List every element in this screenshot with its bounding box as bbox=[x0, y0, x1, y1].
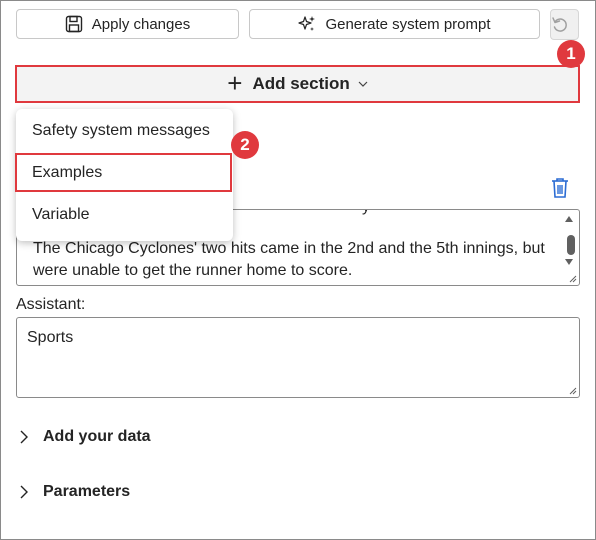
menu-item-variable[interactable]: Variable bbox=[32, 206, 90, 224]
add-your-data-expander[interactable]: Add your data bbox=[20, 428, 151, 446]
assistant-label: Assistant: bbox=[16, 296, 86, 313]
delete-icon[interactable] bbox=[550, 177, 570, 204]
resize-handle-icon[interactable] bbox=[567, 273, 577, 283]
sparkle-icon bbox=[298, 16, 316, 31]
scrollbar-thumb[interactable] bbox=[567, 235, 575, 255]
apply-changes-button[interactable]: Apply changes bbox=[16, 9, 239, 39]
generate-system-prompt-label: Generate system prompt bbox=[325, 15, 491, 33]
parameters-label: Parameters bbox=[43, 483, 131, 500]
chevron-down-icon bbox=[358, 81, 368, 87]
resize-handle-icon[interactable] bbox=[567, 385, 577, 395]
add-section-label: Add section bbox=[252, 74, 350, 93]
user-example-text: The Chicago Cyclones' two hits came in t… bbox=[33, 240, 545, 279]
chevron-right-icon bbox=[20, 485, 28, 499]
undo-icon bbox=[552, 16, 567, 32]
user-text-partial: y bbox=[362, 210, 370, 216]
chevron-right-icon bbox=[20, 430, 28, 444]
save-icon bbox=[65, 15, 82, 33]
generate-system-prompt-button[interactable]: Generate system prompt bbox=[249, 9, 540, 39]
assistant-textarea[interactable]: Sports bbox=[16, 317, 580, 398]
scroll-down-arrow[interactable] bbox=[565, 259, 573, 265]
scroll-up-arrow[interactable] bbox=[565, 216, 573, 222]
apply-changes-label: Apply changes bbox=[91, 15, 191, 33]
menu-item-safety-system-messages[interactable]: Safety system messages bbox=[32, 122, 210, 140]
undo-button[interactable] bbox=[550, 9, 579, 40]
add-your-data-label: Add your data bbox=[43, 428, 151, 445]
add-section-button[interactable]: + Add section bbox=[15, 65, 580, 103]
callout-badge-2: 2 bbox=[231, 131, 259, 159]
examples-highlight-box bbox=[15, 153, 232, 192]
plus-icon: + bbox=[227, 68, 243, 98]
parameters-expander[interactable]: Parameters bbox=[20, 483, 130, 501]
callout-badge-1: 1 bbox=[557, 40, 585, 68]
assistant-value: Sports bbox=[27, 329, 74, 346]
